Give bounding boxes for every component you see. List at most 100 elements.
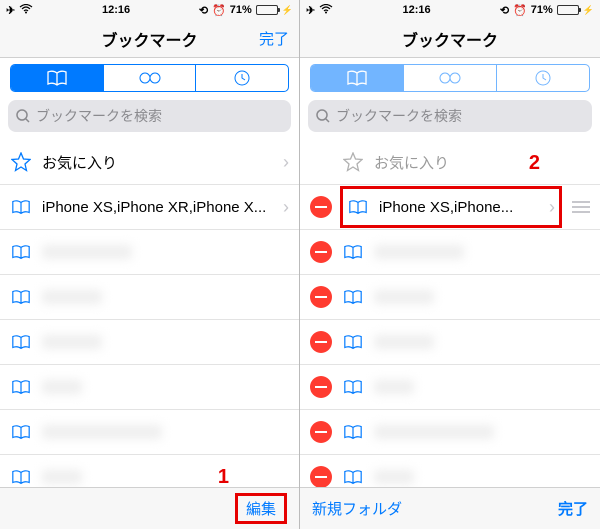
delete-button[interactable] [310, 421, 332, 443]
tab-reading-list[interactable] [104, 65, 197, 91]
segmented-control [310, 64, 590, 92]
panel-edit-mode: ✈ 12:16 ⟲ ⏰ 71% ⚡ ブックマーク [300, 0, 600, 529]
favorites-label: お気に入り [374, 152, 590, 173]
favorites-row: お気に入り [300, 140, 600, 185]
glasses-icon [138, 71, 162, 85]
bookmark-row-edit[interactable]: iPhone XS,iPhone... › [300, 185, 600, 230]
book-icon [346, 70, 368, 86]
search-input[interactable]: ブックマークを検索 [8, 100, 291, 132]
bookmark-label: iPhone XS,iPhone... [379, 199, 539, 216]
bookmark-row[interactable]: iPhone XS,iPhone XR,iPhone X... › [0, 185, 299, 230]
redacted-label [374, 245, 464, 259]
done-button[interactable]: 完了 [259, 28, 289, 49]
star-icon [342, 152, 364, 172]
book-icon [10, 334, 32, 350]
new-folder-button[interactable]: 新規フォルダ [312, 498, 402, 519]
bookmark-row[interactable] [0, 320, 299, 365]
orientation-lock-icon: ⟲ [199, 4, 208, 17]
bookmark-row[interactable] [0, 455, 299, 487]
bookmark-row[interactable] [0, 275, 299, 320]
bookmark-row-edit[interactable] [300, 410, 600, 455]
wifi-icon [319, 4, 333, 17]
status-time: 12:16 [402, 4, 430, 16]
chevron-right-icon: › [283, 152, 289, 173]
nav-bar: ブックマーク 完了 [0, 20, 299, 58]
bookmark-row-edit[interactable] [300, 320, 600, 365]
redacted-label [374, 380, 414, 394]
tab-history [497, 65, 589, 91]
airplane-icon: ✈ [306, 4, 315, 17]
bookmark-row-edit[interactable] [300, 455, 600, 487]
redacted-label [374, 470, 414, 484]
book-icon [10, 379, 32, 395]
alarm-icon: ⏰ [212, 4, 226, 17]
annotation-2: 2 [529, 152, 540, 175]
favorites-label: お気に入り [42, 152, 273, 173]
search-icon [316, 109, 330, 123]
redacted-label [42, 245, 132, 259]
page-title: ブックマーク [402, 27, 498, 51]
done-button[interactable]: 完了 [558, 498, 588, 519]
clock-icon [234, 70, 250, 86]
bookmark-row-edit[interactable] [300, 365, 600, 410]
bookmark-row-edit[interactable] [300, 275, 600, 320]
battery-pct: 71% [230, 4, 252, 16]
redacted-label [42, 380, 82, 394]
redacted-label [42, 470, 82, 484]
alarm-icon: ⏰ [513, 4, 527, 17]
book-icon [342, 424, 364, 440]
bookmark-row[interactable] [0, 230, 299, 275]
wifi-icon [19, 4, 33, 17]
toolbar: 編集 [0, 487, 299, 529]
clock-icon [535, 70, 551, 86]
book-icon [342, 244, 364, 260]
book-icon [10, 424, 32, 440]
star-icon [10, 152, 32, 172]
search-placeholder: ブックマークを検索 [36, 106, 162, 126]
battery-icon [557, 5, 579, 15]
tab-bookmarks[interactable] [11, 65, 104, 91]
book-icon [46, 70, 68, 86]
search-icon [16, 109, 30, 123]
bookmark-row[interactable] [0, 410, 299, 455]
search-placeholder: ブックマークを検索 [336, 106, 462, 126]
book-icon [10, 469, 32, 485]
edit-button[interactable]: 編集 [235, 493, 287, 524]
charging-icon: ⚡ [282, 5, 293, 16]
search-input[interactable]: ブックマークを検索 [308, 100, 592, 132]
panel-view-mode: ✈ 12:16 ⟲ ⏰ 71% ⚡ ブックマーク 完了 [0, 0, 300, 529]
bookmark-row-edit[interactable] [300, 230, 600, 275]
annotation-1: 1 [218, 466, 229, 489]
page-title: ブックマーク [101, 27, 197, 51]
battery-icon [256, 5, 278, 15]
status-bar: ✈ 12:16 ⟲ ⏰ 71% ⚡ [300, 0, 600, 20]
chevron-right-icon: › [549, 197, 555, 218]
delete-button[interactable] [310, 241, 332, 263]
tab-reading-list [404, 65, 497, 91]
delete-button[interactable] [310, 466, 332, 487]
orientation-lock-icon: ⟲ [500, 4, 509, 17]
redacted-label [42, 290, 102, 304]
book-icon [342, 379, 364, 395]
delete-button[interactable] [310, 331, 332, 353]
favorites-row[interactable]: お気に入り › [0, 140, 299, 185]
bookmark-list: お気に入り › iPhone XS,iPhone XR,iPhone X... … [0, 140, 299, 487]
book-icon [342, 334, 364, 350]
battery-pct: 71% [531, 4, 553, 16]
glasses-icon [438, 71, 462, 85]
tab-history[interactable] [196, 65, 288, 91]
redacted-label [42, 335, 102, 349]
book-icon [342, 469, 364, 485]
status-bar: ✈ 12:16 ⟲ ⏰ 71% ⚡ [0, 0, 299, 20]
redacted-label [374, 335, 434, 349]
reorder-handle[interactable] [572, 201, 590, 213]
segmented-control [10, 64, 289, 92]
delete-button[interactable] [310, 376, 332, 398]
book-icon [10, 244, 32, 260]
delete-button[interactable] [310, 286, 332, 308]
chevron-right-icon: › [283, 197, 289, 218]
delete-button[interactable] [310, 196, 332, 218]
redacted-label [374, 425, 494, 439]
bookmark-row[interactable] [0, 365, 299, 410]
bookmark-label: iPhone XS,iPhone XR,iPhone X... [42, 199, 273, 216]
